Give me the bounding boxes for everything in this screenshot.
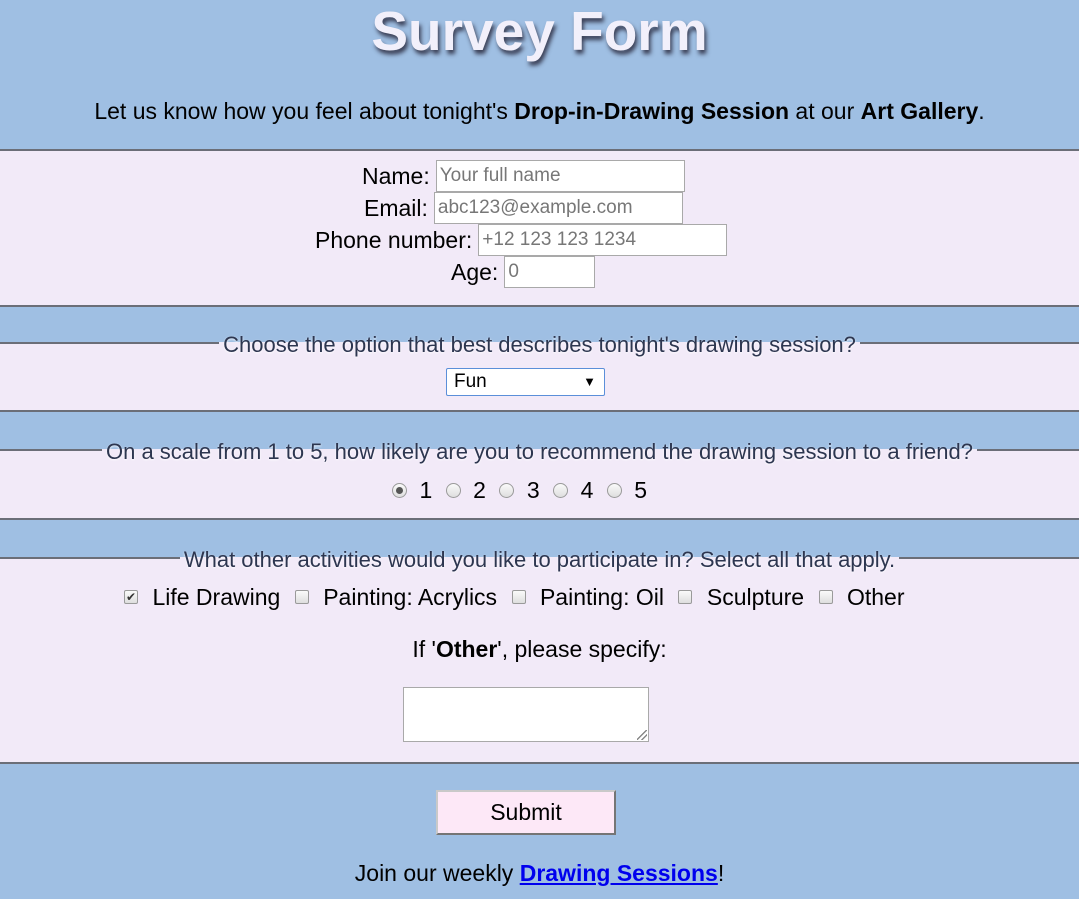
- footer-prefix: Join our weekly: [354, 860, 520, 886]
- submit-button[interactable]: Submit: [436, 790, 616, 835]
- name-row: Name: Your full name: [362, 160, 685, 192]
- page-title: Survey Form: [371, 0, 708, 62]
- chevron-down-icon: ▼: [583, 374, 596, 389]
- age-label: Age:: [451, 259, 499, 285]
- other-specify-label: If 'Other', please specify:: [0, 635, 1079, 663]
- intro-suffix: .: [978, 98, 985, 124]
- session-select[interactable]: Fun ▼: [446, 368, 605, 396]
- radio-1[interactable]: [392, 482, 407, 498]
- resize-grip-icon[interactable]: [637, 730, 647, 740]
- checkbox-sculpture[interactable]: [678, 590, 693, 604]
- phone-field[interactable]: +12 123 123 1234: [478, 224, 728, 256]
- phone-row: Phone number: +12 123 123 1234: [315, 224, 728, 256]
- checkbox-other[interactable]: [818, 590, 833, 604]
- session-legend-text: Choose the option that best describes to…: [219, 332, 860, 357]
- checkbox-label-other: Other: [846, 584, 905, 610]
- radio-label-2: 2: [473, 477, 486, 503]
- recommend-options: 1 2 3 4 5: [392, 476, 647, 504]
- other-suffix: ', please specify:: [497, 636, 667, 662]
- checkbox-painting-oil[interactable]: [511, 590, 526, 604]
- other-word: Other: [435, 636, 498, 662]
- email-label: Email:: [364, 195, 428, 221]
- name-label: Name:: [362, 163, 430, 189]
- phone-label: Phone number:: [315, 227, 473, 253]
- email-field[interactable]: abc123@example.com: [433, 192, 683, 224]
- intro-text: Let us know how you feel about tonight's…: [0, 96, 1079, 126]
- radio-4[interactable]: [553, 482, 569, 498]
- footer-suffix: !: [717, 860, 725, 886]
- intro-gallery: Art Gallery: [860, 98, 979, 124]
- radio-label-1: 1: [419, 477, 433, 503]
- activities-options: ✔ Life Drawing Painting: Acrylics Painti…: [124, 583, 905, 611]
- radio-2[interactable]: [445, 482, 461, 498]
- radio-3[interactable]: [499, 482, 515, 498]
- intro-prefix: Let us know how you feel about tonight's: [94, 98, 515, 124]
- session-legend: Choose the option that best describes to…: [0, 332, 1079, 358]
- age-row: Age: 0: [451, 256, 596, 288]
- intro-session: Drop-in-Drawing Session: [514, 98, 790, 124]
- recommend-legend-text: On a scale from 1 to 5, how likely are y…: [102, 439, 977, 464]
- checkbox-life-drawing[interactable]: ✔: [124, 590, 138, 604]
- radio-label-5: 5: [634, 477, 648, 503]
- activities-legend-text: What other activities would you like to …: [179, 547, 900, 572]
- activities-legend: What other activities would you like to …: [0, 547, 1079, 573]
- checkbox-label-painting-oil: Painting: Oil: [539, 584, 664, 610]
- age-field[interactable]: 0: [504, 256, 596, 288]
- name-field[interactable]: Your full name: [435, 160, 685, 192]
- email-row: Email: abc123@example.com: [364, 192, 683, 224]
- checkbox-label-painting-acrylics: Painting: Acrylics: [323, 584, 498, 610]
- checkbox-label-life-drawing: Life Drawing: [152, 584, 281, 610]
- radio-label-3: 3: [526, 477, 540, 503]
- session-selected-value: Fun: [454, 371, 487, 392]
- intro-middle: at our: [789, 98, 861, 124]
- other-specify-textarea[interactable]: [403, 687, 649, 742]
- footer-text: Join our weekly Drawing Sessions!: [0, 858, 1079, 888]
- drawing-sessions-link[interactable]: Drawing Sessions: [520, 860, 718, 886]
- other-prefix: If ': [412, 636, 436, 662]
- checkbox-painting-acrylics[interactable]: [294, 590, 309, 604]
- recommend-legend: On a scale from 1 to 5, how likely are y…: [0, 439, 1079, 465]
- checkbox-label-sculpture: Sculpture: [706, 584, 805, 610]
- radio-5[interactable]: [606, 482, 622, 498]
- radio-label-4: 4: [580, 477, 594, 503]
